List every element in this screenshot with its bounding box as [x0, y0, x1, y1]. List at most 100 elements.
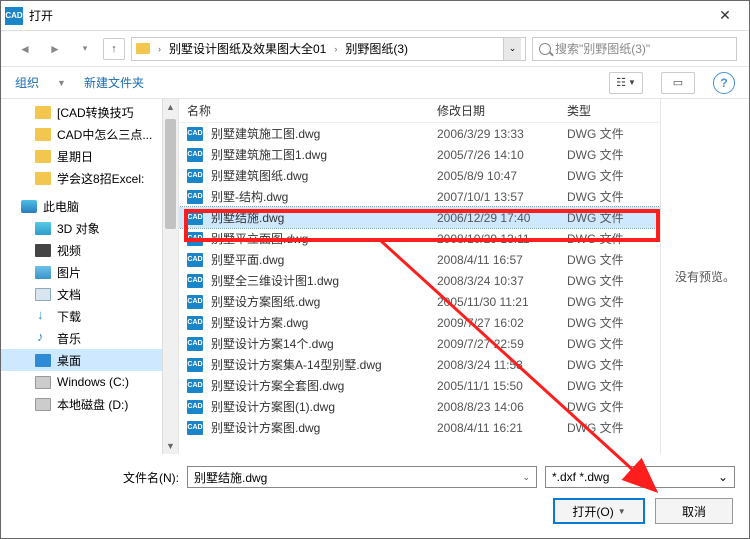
filename-value: 别墅结施.dwg [194, 469, 267, 486]
file-name: 别墅设计方案图.dwg [211, 419, 437, 436]
file-type: DWG 文件 [567, 230, 624, 247]
disk-icon [35, 376, 51, 389]
file-date: 2008/4/11 16:57 [437, 253, 567, 267]
table-row[interactable]: CAD别墅设计方案14个.dwg2009/7/27 22:59DWG 文件 [179, 333, 660, 354]
col-type[interactable]: 类型 [567, 102, 660, 119]
table-row[interactable]: CAD别墅建筑图纸.dwg2005/8/9 10:47DWG 文件 [179, 165, 660, 186]
column-headers[interactable]: 名称 修改日期 类型 [179, 99, 660, 123]
breadcrumb-part[interactable]: 别野图纸(3) [343, 40, 410, 57]
col-date[interactable]: 修改日期 [437, 102, 567, 119]
table-row[interactable]: CAD别墅建筑施工图.dwg2006/3/29 13:33DWG 文件 [179, 123, 660, 144]
tree-item[interactable]: 桌面 [1, 349, 178, 371]
folder-icon [35, 150, 51, 163]
recent-drop[interactable]: ▾ [73, 37, 97, 61]
breadcrumb-drop[interactable]: ⌄ [503, 38, 521, 60]
filename-input[interactable]: 别墅结施.dwg ⌄ [187, 466, 537, 488]
help-button[interactable]: ? [713, 72, 735, 94]
tree-item[interactable]: 此电脑 [1, 195, 178, 217]
file-date: 2008/3/24 11:53 [437, 358, 567, 372]
table-row[interactable]: CAD别墅设计方案集A-14型别墅.dwg2008/3/24 11:53DWG … [179, 354, 660, 375]
file-date: 2008/3/24 10:37 [437, 274, 567, 288]
preview-pane-button[interactable]: ▭ [661, 72, 695, 94]
up-button[interactable]: ↑ [103, 38, 125, 60]
cad-file-icon: CAD [187, 337, 203, 351]
tree-item[interactable]: Windows (C:) [1, 371, 178, 393]
scroll-up-icon[interactable]: ▲ [163, 99, 178, 115]
tree-item[interactable]: 星期日 [1, 145, 178, 167]
tree-label: Windows (C:) [57, 375, 129, 389]
tree-item[interactable]: 下载 [1, 305, 178, 327]
tree-item[interactable]: [CAD转换技巧 [1, 101, 178, 123]
file-name: 别墅建筑施工图1.dwg [211, 146, 437, 163]
file-date: 2008/8/23 14:06 [437, 400, 567, 414]
file-type: DWG 文件 [567, 314, 624, 331]
organize-menu[interactable]: 组织 [15, 74, 39, 91]
table-row[interactable]: CAD别墅平面.dwg2008/4/11 16:57DWG 文件 [179, 249, 660, 270]
table-row[interactable]: CAD别墅结施.dwg2006/12/29 17:40DWG 文件 [179, 207, 660, 228]
search-icon [539, 43, 551, 55]
filter-value: *.dxf *.dwg [552, 470, 609, 484]
tree-item[interactable]: 音乐 [1, 327, 178, 349]
tree-scrollbar[interactable]: ▲ ▼ [162, 99, 178, 454]
doc-icon [35, 288, 51, 301]
table-row[interactable]: CAD别墅-结构.dwg2007/10/1 13:57DWG 文件 [179, 186, 660, 207]
tree-item[interactable]: 文档 [1, 283, 178, 305]
tree-item[interactable]: 图片 [1, 261, 178, 283]
file-date: 2005/8/9 10:47 [437, 169, 567, 183]
chevron-down-icon[interactable]: ⌄ [522, 472, 530, 483]
cad-file-icon: CAD [187, 169, 203, 183]
file-type: DWG 文件 [567, 356, 624, 373]
breadcrumb[interactable]: › 别墅设计图纸及效果图大全01 › 别野图纸(3) ⌄ [131, 37, 526, 61]
cancel-button[interactable]: 取消 [655, 498, 733, 524]
tree-item[interactable]: 3D 对象 [1, 217, 178, 239]
file-type: DWG 文件 [567, 377, 624, 394]
table-row[interactable]: CAD别墅建筑施工图1.dwg2005/7/26 14:10DWG 文件 [179, 144, 660, 165]
forward-button[interactable]: ► [43, 37, 67, 61]
cad-file-icon: CAD [187, 274, 203, 288]
tree-item[interactable]: CAD中怎么三点... [1, 123, 178, 145]
chevron-down-icon[interactable]: ⌄ [718, 470, 728, 484]
tree-item[interactable]: 学会这8招Excel: [1, 167, 178, 189]
cad-file-icon: CAD [187, 295, 203, 309]
file-list-pane: 名称 修改日期 类型 CAD别墅建筑施工图.dwg2006/3/29 13:33… [179, 99, 661, 454]
table-row[interactable]: CAD别墅平立面图.dwg2008/10/29 13:11DWG 文件 [179, 228, 660, 249]
search-input[interactable]: 搜索"别野图纸(3)" [532, 37, 737, 61]
file-type: DWG 文件 [567, 272, 624, 289]
file-date: 2008/4/11 16:21 [437, 421, 567, 435]
file-list[interactable]: CAD别墅建筑施工图.dwg2006/3/29 13:33DWG 文件CAD别墅… [179, 123, 660, 454]
tree-label: 下载 [57, 308, 81, 325]
table-row[interactable]: CAD别墅设计方案图.dwg2008/4/11 16:21DWG 文件 [179, 417, 660, 438]
tree-label: 桌面 [57, 352, 81, 369]
filetype-filter[interactable]: *.dxf *.dwg ⌄ [545, 466, 735, 488]
pic-icon [35, 266, 51, 279]
folder-tree[interactable]: [CAD转换技巧CAD中怎么三点...星期日学会这8招Excel: 此电脑3D 对… [1, 99, 179, 454]
preview-text: 没有预览。 [675, 268, 735, 285]
breadcrumb-part[interactable]: 别墅设计图纸及效果图大全01 [167, 40, 328, 57]
folder-icon [136, 43, 150, 54]
tree-label: 本地磁盘 (D:) [57, 396, 128, 413]
open-button[interactable]: 打开(O) ▼ [553, 498, 645, 524]
table-row[interactable]: CAD别墅全三维设计图1.dwg2008/3/24 10:37DWG 文件 [179, 270, 660, 291]
file-date: 2005/11/1 15:50 [437, 379, 567, 393]
close-button[interactable]: ✕ [705, 2, 745, 30]
cad-file-icon: CAD [187, 400, 203, 414]
back-button[interactable]: ◄ [13, 37, 37, 61]
new-folder-button[interactable]: 新建文件夹 [84, 74, 144, 91]
app-icon: CAD [5, 7, 23, 25]
col-name[interactable]: 名称 [187, 102, 437, 119]
split-drop-icon[interactable]: ▼ [618, 507, 626, 516]
scroll-down-icon[interactable]: ▼ [163, 438, 178, 454]
table-row[interactable]: CAD别墅设计方案图(1).dwg2008/8/23 14:06DWG 文件 [179, 396, 660, 417]
tree-item[interactable]: 视频 [1, 239, 178, 261]
table-row[interactable]: CAD别墅设计方案.dwg2009/7/27 16:02DWG 文件 [179, 312, 660, 333]
tree-item[interactable]: 本地磁盘 (D:) [1, 393, 178, 415]
table-row[interactable]: CAD别墅设计方案全套图.dwg2005/11/1 15:50DWG 文件 [179, 375, 660, 396]
file-date: 2005/11/30 11:21 [437, 295, 567, 309]
file-name: 别墅建筑图纸.dwg [211, 167, 437, 184]
table-row[interactable]: CAD别墅设方案图纸.dwg2005/11/30 11:21DWG 文件 [179, 291, 660, 312]
file-type: DWG 文件 [567, 293, 624, 310]
scroll-thumb[interactable] [165, 119, 176, 229]
cad-file-icon: CAD [187, 148, 203, 162]
dl-icon [35, 310, 51, 323]
view-mode-button[interactable]: ☷ ▼ [609, 72, 643, 94]
